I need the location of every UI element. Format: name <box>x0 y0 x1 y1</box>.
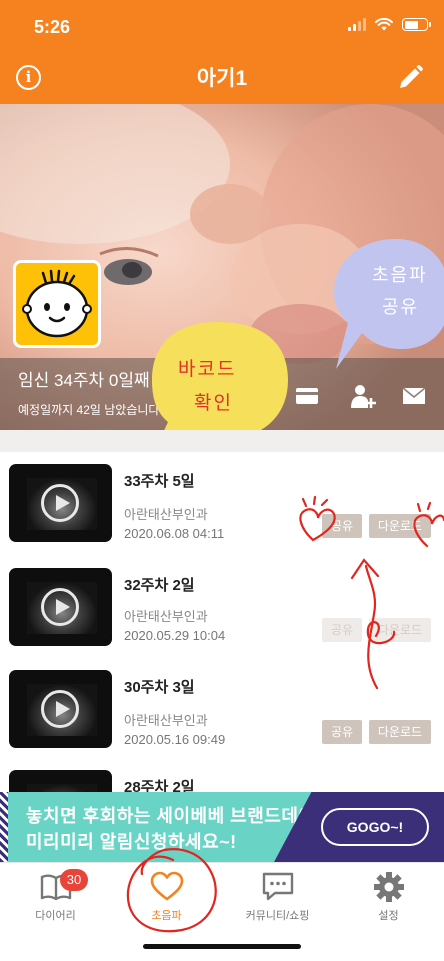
tab-settings[interactable]: 설정 <box>333 871 444 923</box>
ultrasound-thumbnail[interactable] <box>9 464 112 542</box>
heart-icon <box>150 871 183 901</box>
top-bar: 5:26 i 아기1 <box>0 0 444 104</box>
due-date-countdown: 예정일까지 42일 남았습니다 <box>18 403 160 417</box>
item-date: 2020.05.16 09:49 <box>124 732 226 747</box>
pregnancy-week: 임신 34주차 0일째 <box>18 371 150 390</box>
page-title: 아기1 <box>196 67 248 90</box>
mail-icon[interactable] <box>401 383 427 409</box>
chat-bubble-icon <box>262 872 293 901</box>
item-week: 30주차 3일 <box>124 679 195 696</box>
share-button[interactable]: 공유 <box>322 618 362 642</box>
play-icon[interactable] <box>41 588 79 626</box>
download-button[interactable]: 다운로드 <box>369 720 431 744</box>
status-time: 5:26 <box>34 17 71 37</box>
tab-label: 설정 <box>378 910 399 922</box>
share-button[interactable]: 공유 <box>322 720 362 744</box>
share-button[interactable]: 공유 <box>322 514 362 538</box>
tab-ultrasound[interactable]: 초음파 <box>111 871 222 923</box>
tab-label: 초음파 <box>151 910 182 922</box>
list-item[interactable]: 32주차 2일 아란태산부인과 2020.05.29 10:04 공유 다운로드 <box>0 568 444 668</box>
tab-community[interactable]: 커뮤니티/쇼핑 <box>222 871 333 923</box>
banner-cta-button[interactable]: GOGO~! <box>321 808 429 846</box>
tab-label: 다이어리 <box>35 910 76 922</box>
share-callout: 초음파 공유 <box>330 237 444 373</box>
baby-face-icon[interactable] <box>13 260 101 348</box>
promo-banner[interactable]: 놓치면 후회하는 세이베베 브랜드데이 미리미리 알림신청하세요~! GOGO~… <box>0 792 444 862</box>
item-week: 28주차 2일 <box>124 779 195 792</box>
download-button[interactable]: 다운로드 <box>369 514 431 538</box>
item-clinic: 아란태산부인과 <box>124 507 208 522</box>
gear-icon <box>373 872 404 902</box>
banner-line-2: 미리미리 알림신청하세요~! <box>26 832 237 852</box>
banner-stripe <box>0 792 8 862</box>
tab-diary[interactable]: 30 다이어리 <box>0 869 111 923</box>
list-item[interactable]: 28주차 2일 <box>0 770 444 792</box>
play-icon[interactable] <box>41 690 79 728</box>
item-clinic: 아란태산부인과 <box>124 713 208 728</box>
pencil-icon[interactable] <box>396 64 424 92</box>
item-week: 33주차 5일 <box>124 473 195 490</box>
status-icons <box>348 18 431 31</box>
battery-icon <box>402 18 431 31</box>
item-date: 2020.06.08 04:11 <box>124 526 225 541</box>
tab-label: 커뮤니티/쇼핑 <box>245 910 310 922</box>
add-user-icon[interactable] <box>350 383 376 409</box>
banner-line-1: 놓치면 후회하는 세이베베 브랜드데이 <box>26 806 316 826</box>
item-date: 2020.05.29 10:04 <box>124 628 226 643</box>
list-item[interactable]: 33주차 5일 아란태산부인과 2020.06.08 04:11 공유 다운로드 <box>0 464 444 564</box>
download-button[interactable]: 다운로드 <box>369 618 431 642</box>
ultrasound-list: 33주차 5일 아란태산부인과 2020.06.08 04:11 공유 다운로드… <box>0 430 444 792</box>
wifi-icon <box>375 18 393 31</box>
list-divider <box>0 430 444 452</box>
ultrasound-thumbnail[interactable] <box>9 670 112 748</box>
home-indicator <box>143 944 301 949</box>
ultrasound-thumbnail[interactable] <box>9 770 112 792</box>
play-icon[interactable] <box>41 484 79 522</box>
diary-badge: 30 <box>60 869 88 891</box>
item-week: 32주차 2일 <box>124 577 195 594</box>
list-item[interactable]: 30주차 3일 아란태산부인과 2020.05.16 09:49 공유 다운로드 <box>0 670 444 770</box>
card-icon[interactable] <box>294 383 320 409</box>
cellular-signal-icon <box>348 18 366 31</box>
item-clinic: 아란태산부인과 <box>124 609 208 624</box>
ultrasound-thumbnail[interactable] <box>9 568 112 646</box>
